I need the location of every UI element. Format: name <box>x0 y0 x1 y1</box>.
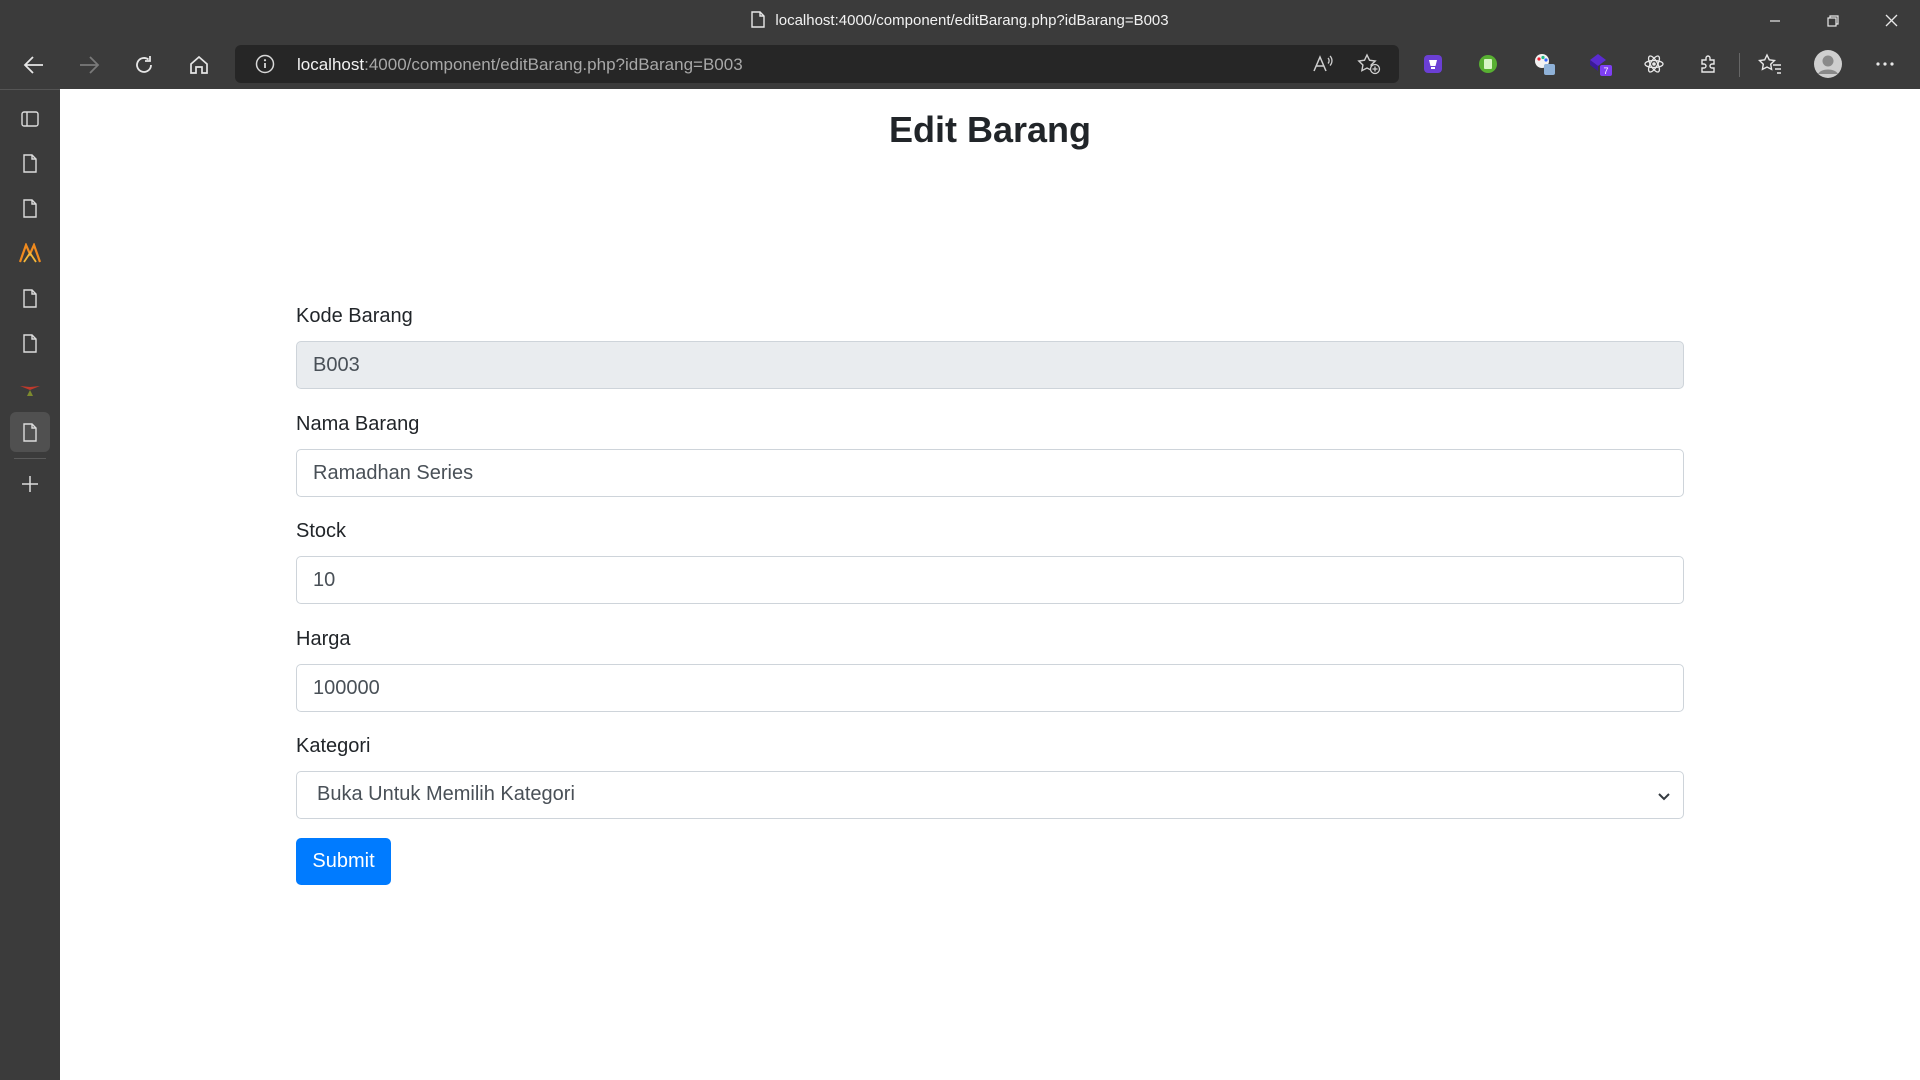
kode-barang-input[interactable] <box>296 341 1684 389</box>
home-icon <box>190 55 208 74</box>
nama-barang-label: Nama Barang <box>296 413 420 435</box>
extension-green-icon[interactable] <box>1475 51 1501 77</box>
kode-barang-label: Kode Barang <box>296 305 413 327</box>
extension-purple-icon[interactable] <box>1420 51 1446 77</box>
favorites-icon[interactable] <box>1757 51 1783 77</box>
tab-actions-icon[interactable] <box>10 99 50 139</box>
kategori-label: Kategori <box>296 735 371 757</box>
tab-page-4-icon[interactable] <box>10 323 50 363</box>
tab-page-3-icon[interactable] <box>10 278 50 318</box>
page-title: Edit Barang <box>888 109 1092 150</box>
kategori-select[interactable]: Buka Untuk Memilih Kategori <box>296 771 1684 819</box>
profile-avatar[interactable] <box>1812 48 1844 80</box>
home-button[interactable] <box>181 47 217 83</box>
forward-button[interactable] <box>71 47 107 83</box>
refresh-button[interactable] <box>126 47 162 83</box>
url-host: localhost <box>297 55 365 74</box>
tab-page-2-icon[interactable] <box>10 188 50 228</box>
tab-active-page-icon[interactable] <box>10 412 50 452</box>
site-info-icon[interactable] <box>255 54 275 79</box>
page-content: Edit Barang Kode Barang Nama Barang Stoc… <box>60 89 1920 1080</box>
toolbar-divider <box>1739 53 1740 77</box>
page-icon <box>751 11 766 32</box>
add-favorite-icon[interactable] <box>1357 53 1381 80</box>
back-arrow-icon <box>23 56 43 74</box>
tab-page-1-icon[interactable] <box>10 143 50 183</box>
window-title: localhost:4000/component/editBarang.php?… <box>0 11 1920 32</box>
harga-label: Harga <box>296 628 351 650</box>
extension-badge-count: 7 <box>1603 66 1608 76</box>
nama-barang-input[interactable] <box>296 449 1684 497</box>
chevron-down-icon <box>1657 786 1671 809</box>
harga-input[interactable] <box>296 664 1684 712</box>
tab-xampp-icon[interactable] <box>10 233 50 273</box>
submit-button[interactable]: Submit <box>296 838 391 885</box>
close-window-button[interactable] <box>1862 0 1920 41</box>
address-url[interactable]: localhost:4000/component/editBarang.php?… <box>297 55 743 75</box>
extension-react-icon[interactable] <box>1641 51 1667 77</box>
kategori-selected-value: Buka Untuk Memilih Kategori <box>317 783 575 805</box>
back-button[interactable] <box>16 47 52 83</box>
refresh-icon <box>136 56 152 73</box>
read-aloud-icon[interactable] <box>1312 53 1334 80</box>
new-tab-plus-icon[interactable] <box>10 464 50 504</box>
minimize-button[interactable] <box>1746 0 1804 41</box>
tab-bird-icon[interactable] <box>10 368 50 408</box>
extensions-puzzle-icon[interactable] <box>1696 51 1722 77</box>
stock-input[interactable] <box>296 556 1684 604</box>
url-path: :4000/component/editBarang.php?idBarang=… <box>364 55 743 74</box>
extension-badge-icon[interactable]: 7 <box>1587 51 1613 77</box>
extension-palette-icon[interactable] <box>1531 51 1557 77</box>
window-title-text: localhost:4000/component/editBarang.php?… <box>775 12 1169 29</box>
more-menu-icon[interactable] <box>1872 51 1898 77</box>
window-title-bar: localhost:4000/component/editBarang.php?… <box>0 0 1920 41</box>
sidebar-divider <box>14 458 46 459</box>
stock-label: Stock <box>296 520 347 542</box>
address-bar[interactable]: localhost:4000/component/editBarang.php?… <box>235 45 1399 83</box>
browser-toolbar: localhost:4000/component/editBarang.php?… <box>0 41 1920 89</box>
vertical-tabs-sidebar <box>0 89 60 1080</box>
restore-button[interactable] <box>1804 0 1862 41</box>
forward-arrow-icon <box>80 56 100 74</box>
